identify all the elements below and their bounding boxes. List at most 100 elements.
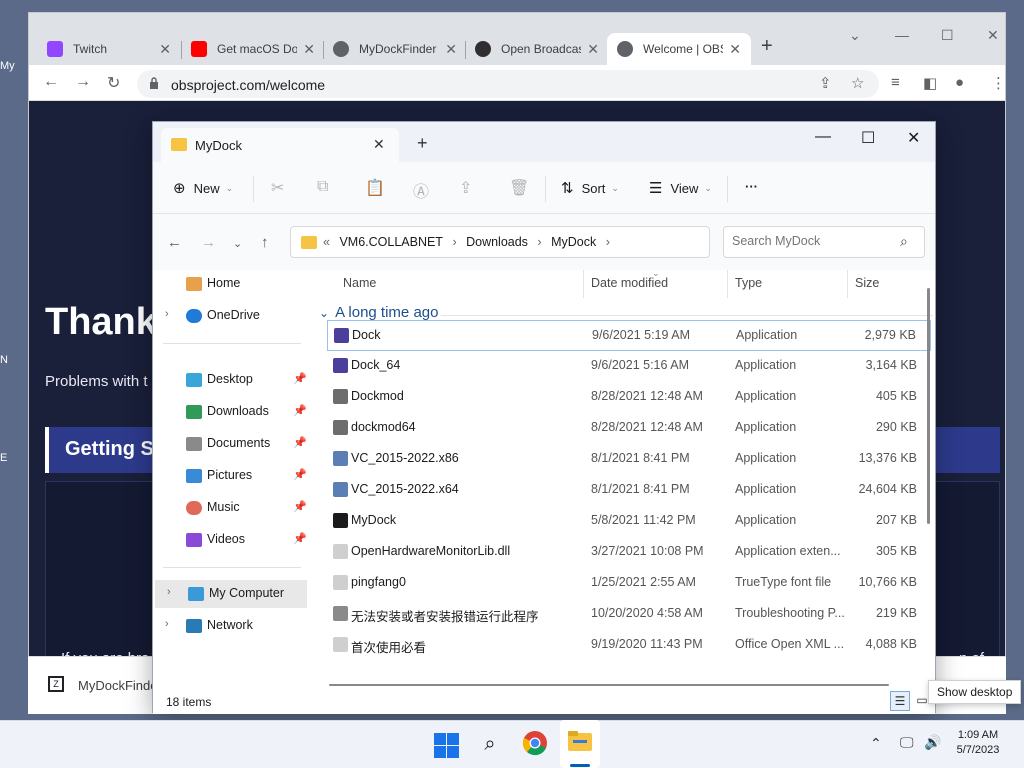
browser-tab[interactable]: Twitch ✕ xyxy=(37,33,181,65)
download-item[interactable]: MyDockFinde xyxy=(78,678,157,693)
system-clock[interactable]: 1:09 AM 5/7/2023 xyxy=(948,728,1008,758)
forward-icon[interactable]: → xyxy=(75,73,91,91)
browser-tab-active[interactable]: Welcome | OBS ✕ xyxy=(607,33,751,65)
file-row[interactable]: Dock 9/6/2021 5:19 AM Application 2,979 KB xyxy=(327,320,931,351)
profile-avatar-icon[interactable]: ● xyxy=(955,74,964,91)
breadcrumb-item[interactable]: Downloads xyxy=(466,235,528,249)
file-row[interactable]: Dockmod 8/28/2021 12:48 AM Application 405 … xyxy=(327,382,931,413)
forward-icon[interactable]: → xyxy=(201,234,216,251)
sidebar-item-network[interactable]: › Network xyxy=(153,612,309,640)
rename-icon[interactable]: Ⓐ xyxy=(413,178,429,202)
reload-icon[interactable]: ↻ xyxy=(107,73,120,93)
chevron-right-icon[interactable]: › xyxy=(165,618,169,630)
close-tab-icon[interactable]: ✕ xyxy=(373,136,385,153)
paste-icon[interactable]: 📋 xyxy=(365,178,385,198)
more-options-button[interactable]: ··· xyxy=(745,179,758,194)
details-view-icon[interactable]: ☰ xyxy=(890,691,910,711)
chrome-icon[interactable] xyxy=(521,730,549,758)
close-icon[interactable]: ✕ xyxy=(907,128,920,148)
file-row[interactable]: 无法安装或者安装报错运行此程序 10/20/2020 4:58 AM Trouble… xyxy=(327,599,931,630)
sidebar-item-label: OneDrive xyxy=(207,308,260,322)
view-button[interactable]: ☰ View ⌄ xyxy=(649,179,712,197)
address-bar[interactable]: « VM6.COLLABNET › Downloads › MyDock › ⌄… xyxy=(290,226,834,258)
file-icon xyxy=(333,544,348,559)
column-header-size[interactable]: Size xyxy=(855,276,879,290)
search-box[interactable]: ⌕ xyxy=(723,226,925,258)
sidebar-item-pictures[interactable]: Pictures 📌 xyxy=(153,462,309,490)
chevron-right-icon[interactable]: › xyxy=(167,586,171,598)
minimize-icon[interactable]: — xyxy=(895,27,909,43)
search-input[interactable] xyxy=(732,234,892,248)
sidebar-item-onedrive[interactable]: › OneDrive xyxy=(153,302,309,330)
network-icon[interactable]: 🖵 xyxy=(900,734,914,751)
up-arrow-icon[interactable]: ↑ xyxy=(261,234,269,251)
cut-icon[interactable]: ✂ xyxy=(271,178,284,198)
copy-icon[interactable]: ⧉ xyxy=(317,178,328,196)
new-tab-icon[interactable]: + xyxy=(761,35,773,58)
sidebar-item-videos[interactable]: Videos 📌 xyxy=(153,526,309,554)
bookmark-star-icon[interactable]: ☆ xyxy=(851,74,864,92)
sidebar-item-documents[interactable]: Documents 📌 xyxy=(153,430,309,458)
search-icon[interactable]: ⌕ xyxy=(476,730,504,758)
desktop-icon-label: E xyxy=(0,452,8,464)
file-icon xyxy=(334,328,349,343)
close-tab-icon[interactable]: ✕ xyxy=(159,41,171,58)
close-tab-icon[interactable]: ✕ xyxy=(303,41,315,58)
column-header-name[interactable]: Name xyxy=(343,276,376,290)
back-icon[interactable]: ← xyxy=(167,234,182,251)
breadcrumb-item[interactable]: VM6.COLLABNET xyxy=(339,235,443,249)
file-row[interactable]: OpenHardwareMonitorLib.dll 3/27/2021 10:0… xyxy=(327,537,931,568)
new-tab-icon[interactable]: + xyxy=(417,133,428,154)
column-header-type[interactable]: Type xyxy=(735,276,762,290)
maximize-icon[interactable]: ☐ xyxy=(941,27,954,44)
close-tab-icon[interactable]: ✕ xyxy=(445,41,457,58)
file-type: Office Open XML ... xyxy=(735,637,845,651)
close-icon[interactable]: ✕ xyxy=(987,27,999,44)
file-row[interactable]: VC_2015-2022.x86 8/1/2021 8:41 PM Applicat… xyxy=(327,444,931,475)
file-row[interactable]: Dock_64 9/6/2021 5:16 AM Application 3,164 … xyxy=(327,351,931,382)
file-row[interactable]: 首次使用必看 9/19/2020 11:43 PM Office Open XML … xyxy=(327,630,931,661)
address-bar[interactable]: obsproject.com/welcome xyxy=(137,70,879,98)
recent-locations-icon[interactable]: ⌄ xyxy=(233,237,242,250)
close-tab-icon[interactable]: ✕ xyxy=(587,41,599,58)
sidebar-item-music[interactable]: Music 📌 xyxy=(153,494,309,522)
sidebar-item-desktop[interactable]: Desktop 📌 xyxy=(153,366,309,394)
windows-start-icon[interactable] xyxy=(433,732,461,760)
browser-tab[interactable]: Get macOS Dock ✕ xyxy=(181,33,325,65)
file-row[interactable]: pingfang0 1/25/2021 2:55 AM TrueType font … xyxy=(327,568,931,599)
new-label: New xyxy=(193,180,220,196)
back-icon[interactable]: ← xyxy=(43,73,59,91)
sort-button[interactable]: ⇅ Sort ⌄ xyxy=(561,179,619,197)
breadcrumb-item[interactable]: MyDock xyxy=(551,235,596,249)
delete-icon[interactable]: 🗑 xyxy=(509,178,529,198)
new-button[interactable]: ⊕ New ⌄ xyxy=(173,179,233,197)
chevron-up-icon[interactable]: ⌃ xyxy=(870,735,882,752)
browser-tab[interactable]: MyDockFinder ✕ xyxy=(323,33,467,65)
share-icon[interactable]: ⇪ xyxy=(459,178,472,198)
column-header-date[interactable]: Date modified xyxy=(591,276,668,290)
file-row[interactable]: VC_2015-2022.x64 8/1/2021 8:41 PM Applicat… xyxy=(327,475,931,506)
vertical-scrollbar[interactable] xyxy=(927,288,930,524)
sidebar-item-downloads[interactable]: Downloads 📌 xyxy=(153,398,309,426)
explorer-tab[interactable]: MyDock ✕ xyxy=(161,128,399,162)
file-date: 8/28/2021 12:48 AM xyxy=(591,420,703,434)
download-arrow-icon xyxy=(186,405,202,419)
sidebar-item-home[interactable]: Home xyxy=(153,270,309,298)
menu-kebab-icon[interactable]: ⋮ xyxy=(991,74,1006,92)
side-panel-icon[interactable]: ◧ xyxy=(923,74,937,92)
browser-tab[interactable]: Open Broadcaster ✕ xyxy=(465,33,609,65)
media-control-icon[interactable]: ≡ xyxy=(891,74,900,91)
minimize-icon[interactable]: — xyxy=(815,128,831,146)
file-row[interactable]: dockmod64 8/28/2021 12:48 AM Application 29… xyxy=(327,413,931,444)
file-explorer-icon[interactable] xyxy=(566,730,594,758)
breadcrumb-overflow[interactable]: « xyxy=(323,235,330,249)
close-tab-icon[interactable]: ✕ xyxy=(729,41,741,58)
sidebar-item-my-computer[interactable]: › My Computer xyxy=(155,580,307,608)
tab-search-chevron-icon[interactable]: ⌄ xyxy=(849,27,861,44)
volume-icon[interactable]: 🔊 xyxy=(924,734,941,751)
maximize-icon[interactable]: ☐ xyxy=(861,128,875,148)
chevron-right-icon[interactable]: › xyxy=(165,308,169,320)
share-icon[interactable]: ⇪ xyxy=(819,74,832,92)
group-header[interactable]: ⌄ A long time ago xyxy=(319,304,438,321)
file-row[interactable]: MyDock 5/8/2021 11:42 PM Application 207 KB xyxy=(327,506,931,537)
